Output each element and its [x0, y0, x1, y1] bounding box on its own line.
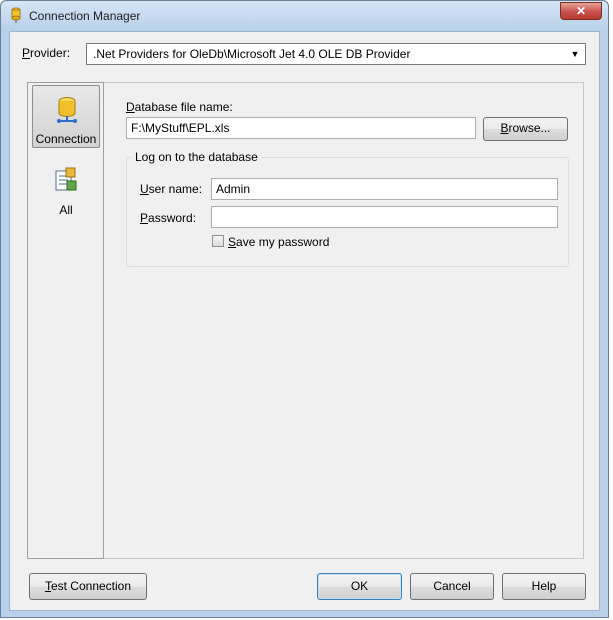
- database-icon: [57, 97, 77, 123]
- provider-label: Provider:: [22, 46, 71, 60]
- help-label: Help: [531, 579, 557, 593]
- password-label: Password:: [140, 211, 197, 225]
- properties-icon: [55, 167, 77, 191]
- cancel-label: Cancel: [433, 579, 471, 593]
- provider-value: .Net Providers for OleDb\Microsoft Jet 4…: [93, 47, 411, 61]
- nav-item-label: Connection: [35, 132, 97, 146]
- username-value: Admin: [216, 182, 251, 196]
- close-icon: ✕: [575, 4, 587, 18]
- database-file-value: F:\MyStuff\EPL.xls: [131, 121, 230, 135]
- browse-button-label: Browse...: [500, 121, 551, 135]
- database-file-input[interactable]: F:\MyStuff\EPL.xls: [126, 117, 476, 139]
- help-button[interactable]: Help: [502, 573, 586, 600]
- page-navigation-panel: Connection All: [27, 82, 104, 559]
- window-title: Connection Manager: [29, 9, 141, 23]
- logon-group-title: Log on to the database: [131, 150, 262, 164]
- ok-button[interactable]: OK: [317, 573, 402, 600]
- test-connection-button[interactable]: Test Connection: [29, 573, 147, 600]
- cancel-button[interactable]: Cancel: [410, 573, 494, 600]
- save-password-label[interactable]: Save my password: [228, 235, 329, 249]
- nav-item-all[interactable]: All: [32, 161, 100, 224]
- nav-item-connection[interactable]: Connection: [32, 85, 100, 148]
- connection-manager-icon: [11, 7, 21, 23]
- close-button[interactable]: ✕: [560, 2, 602, 20]
- provider-dropdown[interactable]: .Net Providers for OleDb\Microsoft Jet 4…: [86, 43, 586, 65]
- username-label: User name:: [140, 182, 203, 196]
- chevron-down-icon[interactable]: ▼: [567, 46, 583, 62]
- title-bar[interactable]: Connection Manager ✕: [1, 1, 608, 31]
- browse-button[interactable]: Browse...: [483, 117, 568, 141]
- save-password-checkbox[interactable]: [212, 235, 224, 247]
- ok-label: OK: [350, 579, 369, 593]
- test-connection-label: Test Connection: [44, 579, 132, 593]
- database-file-label: Database file name:: [126, 100, 233, 114]
- password-input[interactable]: [211, 206, 558, 228]
- nav-item-label: All: [59, 203, 73, 217]
- username-input[interactable]: Admin: [211, 178, 558, 200]
